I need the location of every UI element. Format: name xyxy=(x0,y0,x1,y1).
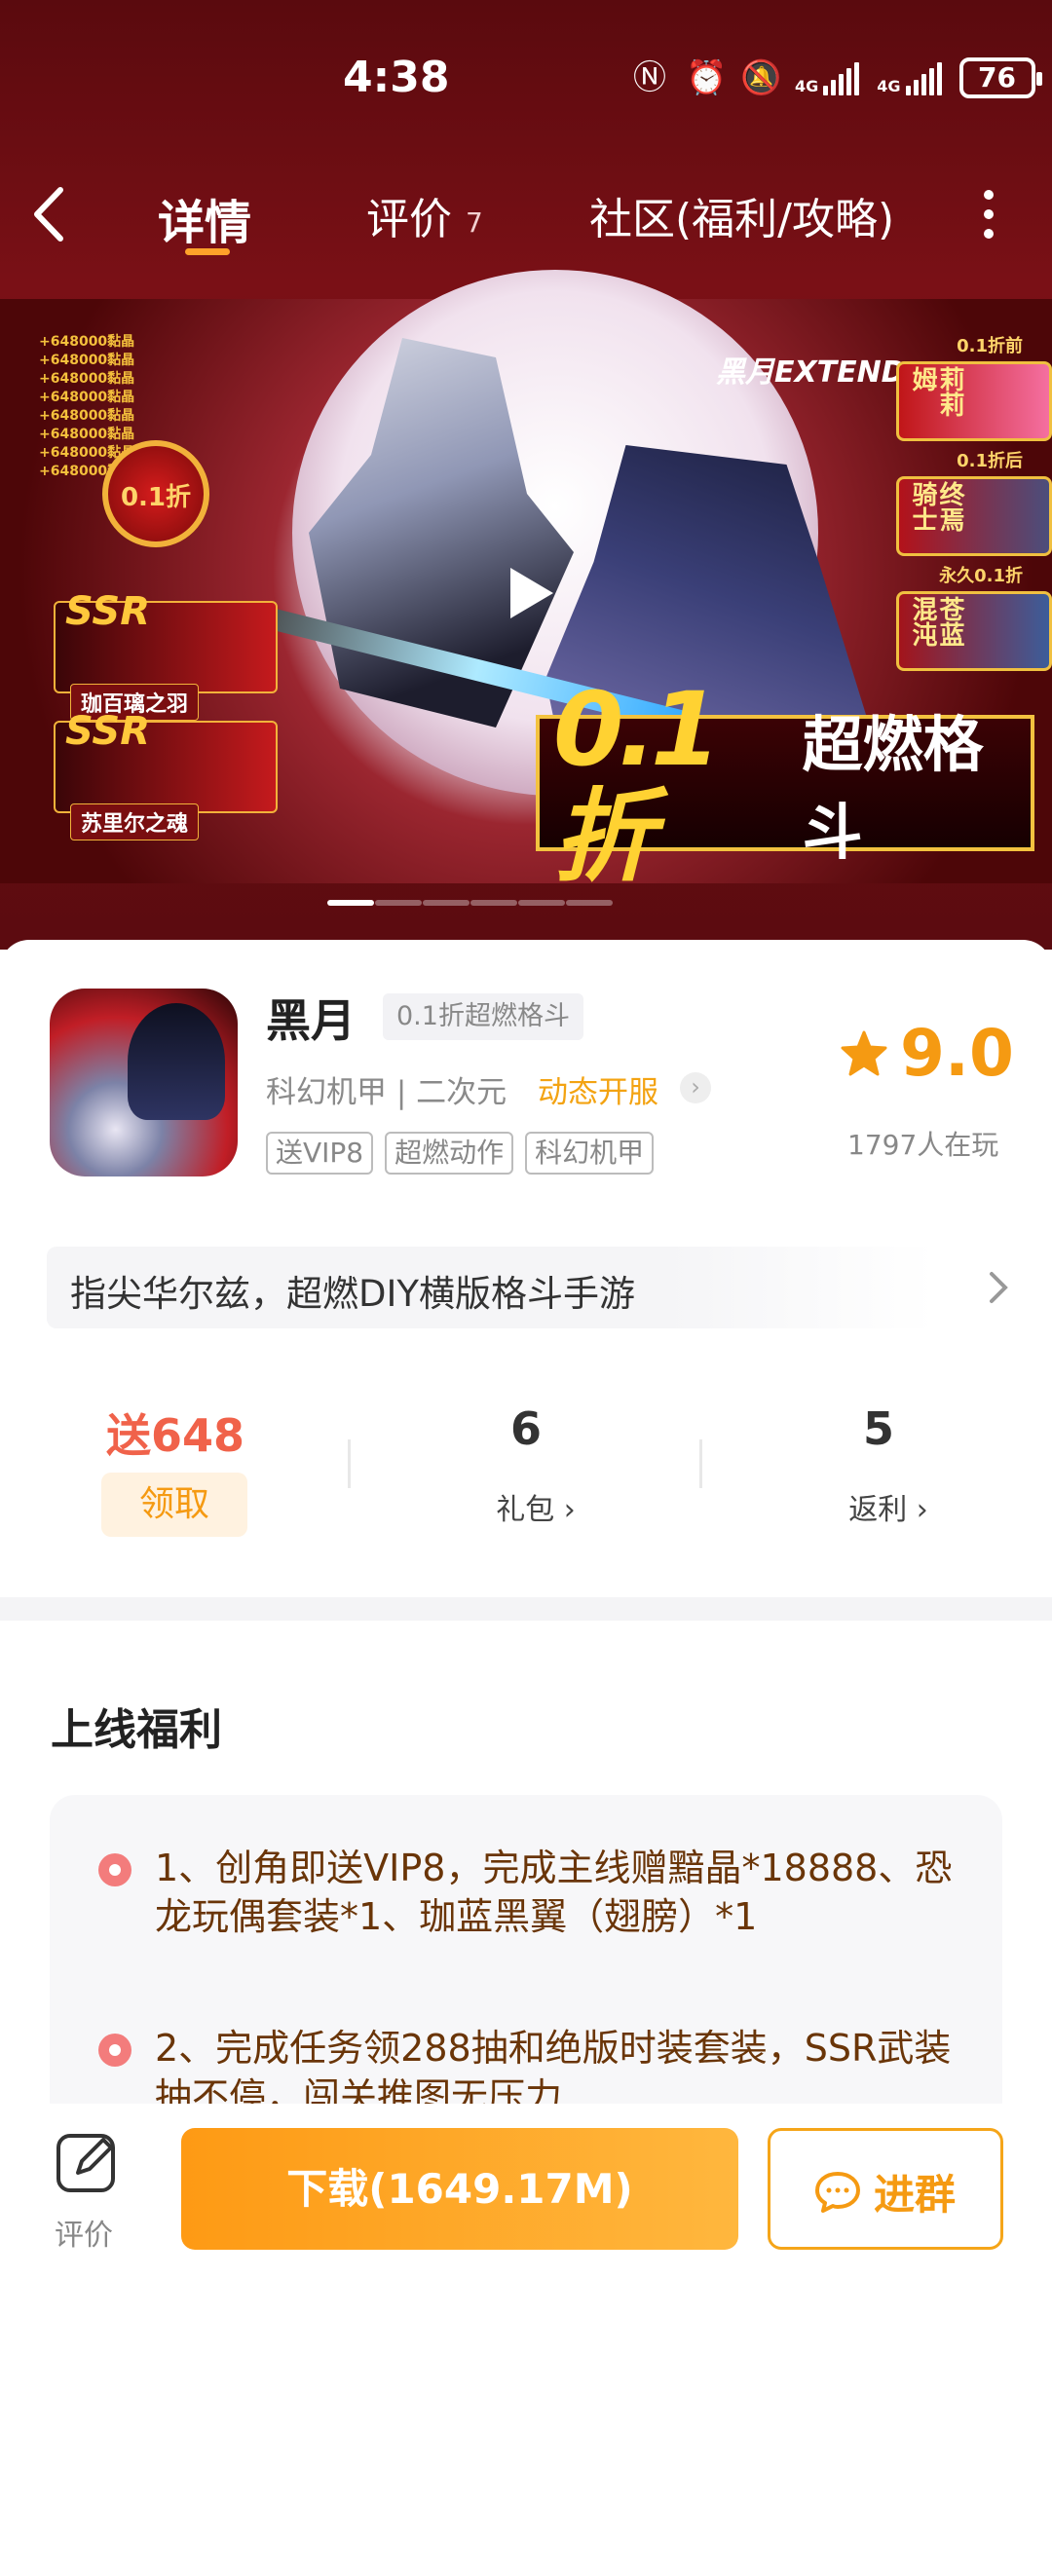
pagination-dot xyxy=(327,900,374,906)
edit-review-icon[interactable] xyxy=(55,2128,121,2194)
tag-chips: 送VIP8 超燃动作 科幻机甲 xyxy=(266,1132,655,1175)
battery-icon: 76 xyxy=(958,57,1042,98)
rebate-link[interactable]: 返利 › xyxy=(771,1485,1005,1528)
app-category: 科幻机甲 | 二次元 xyxy=(266,1075,507,1110)
signal-1-icon: 4G xyxy=(795,60,860,95)
description-text: 指尖华尔兹，超燃DIY横版格斗手游 xyxy=(70,1273,636,1315)
chevron-right-icon[interactable] xyxy=(984,1266,1013,1309)
more-button[interactable] xyxy=(974,184,1003,246)
mute-icon: 🔕 xyxy=(740,58,782,97)
players-count: 1797人在玩 xyxy=(847,1129,999,1161)
tab-community[interactable]: 社区(福利/攻略) xyxy=(589,184,894,246)
app-icon xyxy=(50,989,238,1176)
star-icon xyxy=(841,1030,887,1076)
pagination-dot xyxy=(566,900,613,906)
section-separator xyxy=(0,1597,1052,1621)
join-group-button[interactable]: 进群 xyxy=(768,2128,1003,2250)
dynamic-server-link[interactable]: 动态开服 xyxy=(538,1067,658,1111)
packs-count: 6 xyxy=(509,1402,542,1455)
more-vertical-icon xyxy=(974,190,1003,239)
rebate-count: 5 xyxy=(862,1402,894,1455)
pagination-dot xyxy=(518,900,565,906)
chip: 送VIP8 xyxy=(266,1132,374,1175)
status-bar: 4:38 Ⓝ ⏰ 🔕 4G 4G 76 xyxy=(0,39,1052,117)
banner-slogan: 0.1折 超燃格斗 xyxy=(536,676,1034,890)
signal-2-icon: 4G xyxy=(877,60,942,95)
chip: 超燃动作 xyxy=(385,1132,514,1175)
gift-value: 送648 xyxy=(105,1409,245,1462)
download-button[interactable]: 下载(1649.17M) xyxy=(181,2128,738,2250)
pagination-dot xyxy=(375,900,422,906)
tab-detail[interactable]: 详情 xyxy=(158,184,251,252)
chevron-right-icon[interactable]: › xyxy=(680,1072,711,1103)
tab-review[interactable]: 评价 7 xyxy=(366,184,483,246)
join-group-label: 进群 xyxy=(874,2171,957,2219)
section-title: 上线福利 xyxy=(51,1705,222,1755)
packs-link[interactable]: 礼包 › xyxy=(419,1485,653,1528)
app-name: 黑月 xyxy=(266,994,356,1047)
chevron-left-icon xyxy=(34,187,63,242)
discount-coin: 0.1折 xyxy=(102,440,209,547)
benefit-item: 1、创角即送VIP8，完成主线赠黯晶*18888、恐龙玩偶套装*1、珈蓝黑翼（翅… xyxy=(155,1847,953,1938)
divider xyxy=(348,1439,351,1488)
review-count: 7 xyxy=(466,205,483,239)
claim-button[interactable]: 领取 xyxy=(101,1473,247,1537)
tab-active-indicator xyxy=(185,248,230,255)
description-bar[interactable]: 指尖华尔兹，超燃DIY横版格斗手游 xyxy=(47,1247,935,1328)
review-label[interactable]: 评价 xyxy=(55,2211,113,2254)
pagination-dot xyxy=(470,900,517,906)
ssr-weapon-1: SSR 珈百璃之羽 xyxy=(54,589,278,721)
top-nav: 详情 评价 7 社区(福利/攻略) xyxy=(0,170,1052,258)
video-banner[interactable]: 黑月EXTEND +648000黏晶 +648000黏晶 +648000黏晶 +64… xyxy=(0,270,1052,890)
back-button[interactable] xyxy=(29,180,88,248)
rating: 9.0 xyxy=(840,1017,1014,1091)
alarm-icon: ⏰ xyxy=(686,58,728,97)
chip: 科幻机甲 xyxy=(525,1132,655,1175)
play-icon[interactable] xyxy=(497,562,559,624)
chat-icon xyxy=(815,2172,860,2213)
bullet-icon xyxy=(98,1853,132,1886)
divider xyxy=(699,1439,702,1488)
status-time: 4:38 xyxy=(343,53,450,102)
tab-review-label: 评价 xyxy=(366,195,452,244)
bullet-icon xyxy=(98,2034,132,2067)
character-cards: 0.1折前 莉莉姆 0.1折后 终焉骑士 永久0.1折 苍蓝混沌 xyxy=(857,328,1052,677)
detail-card xyxy=(0,940,1052,2576)
rating-score: 9.0 xyxy=(900,1016,1014,1091)
pagination-dot xyxy=(423,900,470,906)
status-icons: Ⓝ ⏰ 🔕 4G 4G 76 xyxy=(631,56,1042,99)
bottom-bar: 评价 下载(1649.17M) 进群 xyxy=(0,2104,1052,2279)
nfc-icon: Ⓝ xyxy=(633,58,666,97)
header-area: 4:38 Ⓝ ⏰ 🔕 4G 4G 76 详情 评价 7 社区(福利/攻略) 黑月… xyxy=(0,0,1052,950)
ssr-weapon-2: SSR 苏里尔之魂 xyxy=(54,709,278,840)
app-tag: 0.1折超燃格斗 xyxy=(383,993,583,1040)
